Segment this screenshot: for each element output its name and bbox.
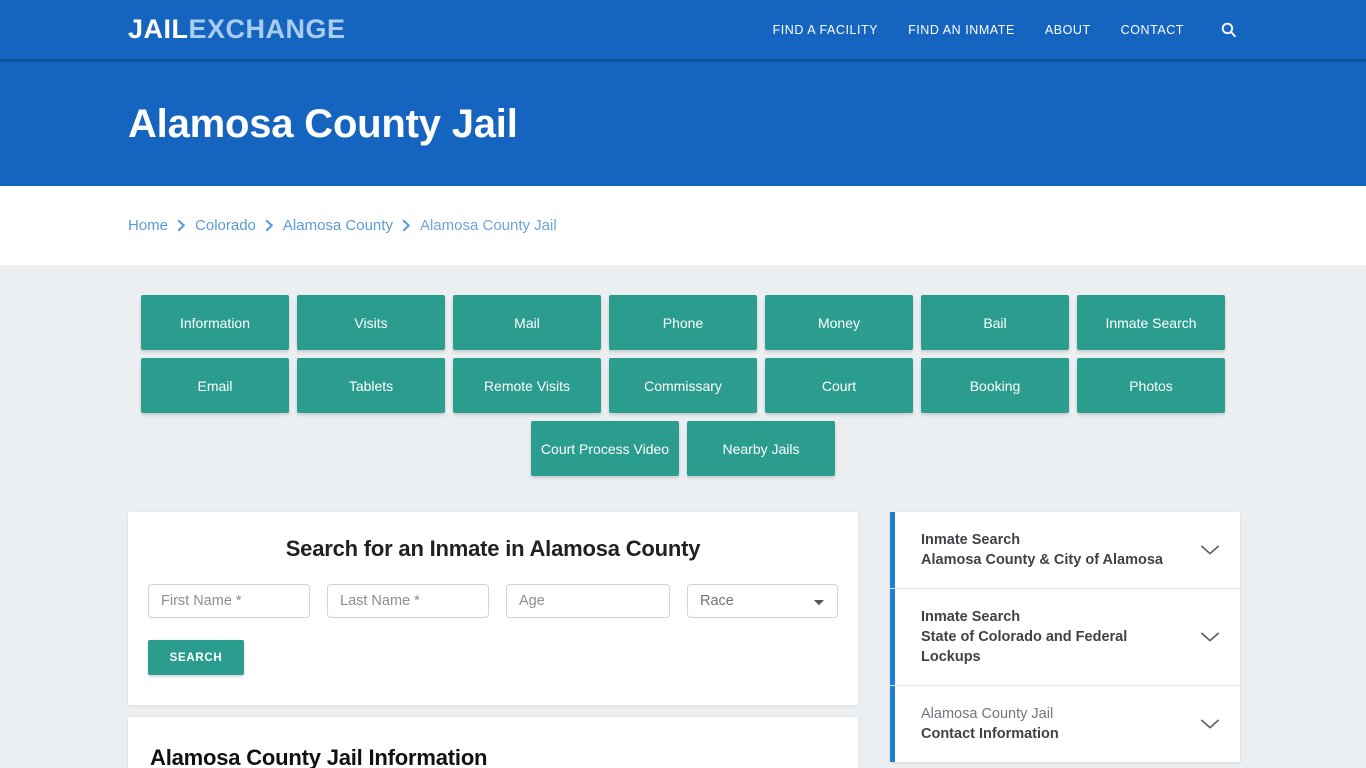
section-button-commissary[interactable]: Commissary — [609, 358, 757, 413]
facility-section-buttons: Information Visits Mail Phone Money Bail… — [133, 295, 1233, 476]
inmate-search-fields: Race — [148, 584, 838, 618]
accordion-item-contact-information[interactable]: Alamosa County Jail Contact Information — [890, 686, 1240, 762]
section-button-tablets[interactable]: Tablets — [297, 358, 445, 413]
chevron-right-icon — [177, 219, 186, 232]
section-button-photos[interactable]: Photos — [1077, 358, 1225, 413]
site-header: JAILEXCHANGE FIND A FACILITY FIND AN INM… — [0, 0, 1366, 62]
breadcrumb-item-home[interactable]: Home — [128, 217, 168, 234]
sidebar-accordion: Inmate Search Alamosa County & City of A… — [890, 512, 1240, 762]
content-container: Information Visits Mail Phone Money Bail… — [0, 295, 1366, 768]
section-button-nearby-jails[interactable]: Nearby Jails — [687, 421, 835, 476]
content-columns: Search for an Inmate in Alamosa County R… — [128, 512, 1240, 768]
accordion-item-line1: Inmate Search — [921, 532, 1021, 548]
section-button-booking[interactable]: Booking — [921, 358, 1069, 413]
breadcrumb-item-current: Alamosa County Jail — [419, 217, 557, 234]
section-button-bail[interactable]: Bail — [921, 295, 1069, 350]
section-button-email[interactable]: Email — [141, 358, 289, 413]
chevron-right-icon — [402, 219, 411, 232]
nav-item-find-a-facility[interactable]: FIND A FACILITY — [773, 23, 879, 37]
section-button-inmate-search[interactable]: Inmate Search — [1077, 295, 1225, 350]
accordion-item-text: Inmate Search Alamosa County & City of A… — [921, 530, 1163, 570]
search-icon[interactable] — [1218, 20, 1238, 40]
first-name-input[interactable] — [148, 584, 310, 618]
hero-banner: Alamosa County Jail — [0, 62, 1366, 186]
accordion-item-text: Alamosa County Jail Contact Information — [921, 704, 1059, 744]
chevron-right-icon — [265, 219, 274, 232]
chevron-down-icon[interactable] — [1200, 544, 1220, 556]
accordion-item-line2: Alamosa County & City of Alamosa — [921, 552, 1163, 568]
inmate-search-title: Search for an Inmate in Alamosa County — [285, 536, 701, 561]
section-button-court[interactable]: Court — [765, 358, 913, 413]
logo-text-primary: JAIL — [128, 14, 189, 44]
header-inner: JAILEXCHANGE FIND A FACILITY FIND AN INM… — [0, 16, 1366, 43]
sidebar: Inmate Search Alamosa County & City of A… — [890, 512, 1240, 762]
section-button-money[interactable]: Money — [765, 295, 913, 350]
breadcrumb-item-alamosa-county[interactable]: Alamosa County — [283, 217, 393, 234]
accordion-item-inmate-search-state[interactable]: Inmate Search State of Colorado and Fede… — [890, 589, 1240, 686]
accordion-item-line2: State of Colorado and Federal Lockups — [921, 629, 1128, 665]
section-button-court-process-video[interactable]: Court Process Video — [531, 421, 679, 476]
main-navigation: FIND A FACILITY FIND AN INMATE ABOUT CON… — [773, 20, 1238, 40]
accordion-item-line1: Inmate Search — [921, 609, 1021, 625]
section-button-mail[interactable]: Mail — [453, 295, 601, 350]
accordion-item-line2: Contact Information — [921, 726, 1059, 742]
inmate-search-card: Search for an Inmate in Alamosa County R… — [128, 512, 858, 705]
section-button-information[interactable]: Information — [141, 295, 289, 350]
nav-item-contact[interactable]: CONTACT — [1121, 23, 1184, 37]
page-body: Information Visits Mail Phone Money Bail… — [0, 265, 1366, 768]
breadcrumb: Home Colorado Alamosa County Alamosa Cou… — [0, 217, 1366, 234]
breadcrumb-item-colorado[interactable]: Colorado — [195, 217, 256, 234]
accordion-item-text: Inmate Search State of Colorado and Fede… — [921, 607, 1190, 667]
search-button[interactable]: SEARCH — [148, 640, 244, 675]
chevron-down-icon[interactable] — [1200, 631, 1220, 643]
hero-inner: Alamosa County Jail — [0, 102, 1366, 146]
chevron-down-icon[interactable] — [1200, 718, 1220, 730]
page-title: Alamosa County Jail — [128, 102, 518, 146]
section-button-visits[interactable]: Visits — [297, 295, 445, 350]
breadcrumb-band: Home Colorado Alamosa County Alamosa Cou… — [0, 186, 1366, 265]
nav-item-find-an-inmate[interactable]: FIND AN INMATE — [908, 23, 1015, 37]
section-button-phone[interactable]: Phone — [609, 295, 757, 350]
section-button-remote-visits[interactable]: Remote Visits — [453, 358, 601, 413]
logo-text-secondary: EXCHANGE — [188, 14, 346, 44]
main-column: Search for an Inmate in Alamosa County R… — [128, 512, 858, 768]
nav-item-about[interactable]: ABOUT — [1045, 23, 1091, 37]
accordion-item-line1: Alamosa County Jail — [921, 706, 1054, 722]
site-logo[interactable]: JAILEXCHANGE — [128, 16, 346, 43]
accordion-item-inmate-search-county[interactable]: Inmate Search Alamosa County & City of A… — [890, 512, 1240, 589]
jail-information-card: Alamosa County Jail Information — [128, 717, 858, 768]
last-name-input[interactable] — [327, 584, 489, 618]
jail-information-title: Alamosa County Jail Information — [150, 745, 488, 768]
race-select[interactable]: Race — [687, 584, 838, 618]
age-input[interactable] — [506, 584, 670, 618]
